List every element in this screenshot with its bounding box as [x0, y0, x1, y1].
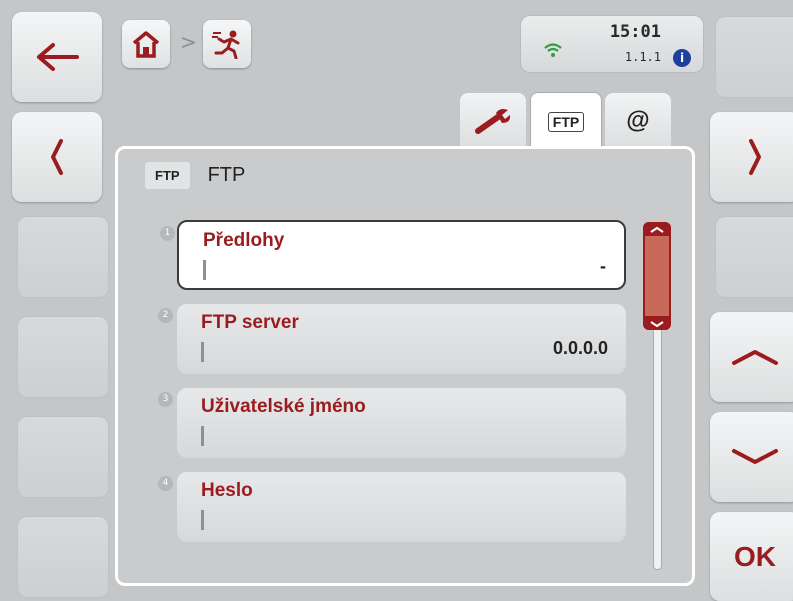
breadcrumb-app-button[interactable] — [203, 20, 251, 68]
ftp-tab-label: FTP — [547, 112, 585, 132]
previous-tab-button[interactable] — [12, 112, 102, 202]
field-label: Předlohy — [203, 230, 285, 251]
running-man-icon — [212, 30, 240, 59]
status-box: 15:01 1.1.1 i — [520, 15, 704, 73]
chevron-down-icon — [732, 449, 778, 464]
arrow-left-icon — [37, 43, 79, 71]
right-softkey-1 — [715, 16, 793, 98]
field-predlohy[interactable]: 1 Předlohy - — [160, 220, 626, 290]
next-tab-button[interactable] — [710, 112, 793, 202]
home-button[interactable] — [122, 20, 170, 68]
text-cursor — [201, 510, 204, 530]
ftp-badge: FTP — [145, 161, 190, 189]
left-softkey-6 — [17, 516, 109, 598]
field-label: Heslo — [201, 480, 253, 501]
version-label: 1.1.1 — [624, 50, 661, 64]
text-cursor — [203, 260, 206, 280]
text-cursor — [201, 426, 204, 446]
field-number: 3 — [158, 392, 173, 407]
chevron-up-icon — [650, 226, 664, 233]
home-icon — [132, 31, 160, 58]
email-tab-label: @ — [626, 107, 650, 134]
chevron-down-icon — [650, 321, 664, 328]
wifi-icon — [544, 43, 562, 57]
text-cursor — [201, 342, 204, 362]
clock: 15:01 — [609, 22, 661, 42]
chevron-left-icon — [51, 139, 63, 175]
field-value: 0.0.0.0 — [552, 338, 608, 358]
chevron-right-icon — [749, 139, 761, 175]
left-softkey-3 — [17, 216, 109, 298]
wrench-icon — [475, 109, 511, 134]
ok-button[interactable]: OK — [710, 512, 793, 601]
tab-settings[interactable] — [460, 93, 526, 149]
field-password[interactable]: 4 Heslo — [158, 472, 626, 542]
field-label: Uživatelské jméno — [201, 396, 366, 417]
page-title: FTP — [207, 163, 246, 186]
field-number: 4 — [158, 476, 173, 491]
field-label: FTP server — [201, 312, 299, 333]
right-softkey-3 — [715, 216, 793, 298]
scroll-up-button[interactable] — [710, 312, 793, 402]
field-username[interactable]: 3 Uživatelské jméno — [158, 388, 626, 458]
field-value: - — [600, 256, 606, 276]
back-button[interactable] — [12, 12, 102, 102]
scroll-down-button[interactable] — [710, 412, 793, 502]
info-icon: i — [673, 49, 691, 67]
tab-ftp[interactable]: FTP — [530, 92, 602, 151]
left-softkey-5 — [17, 416, 109, 498]
tab-email[interactable]: @ — [605, 93, 671, 149]
scrollbar-thumb[interactable] — [643, 222, 671, 330]
chevron-up-icon — [732, 350, 778, 365]
ok-label: OK — [734, 540, 776, 572]
field-number: 2 — [158, 308, 173, 323]
breadcrumb-separator: > — [180, 30, 197, 54]
field-ftp-server[interactable]: 2 FTP server 0.0.0.0 — [158, 304, 626, 374]
left-softkey-4 — [17, 316, 109, 398]
panel-header: FTP FTP — [145, 158, 245, 192]
field-number: 1 — [160, 226, 175, 241]
